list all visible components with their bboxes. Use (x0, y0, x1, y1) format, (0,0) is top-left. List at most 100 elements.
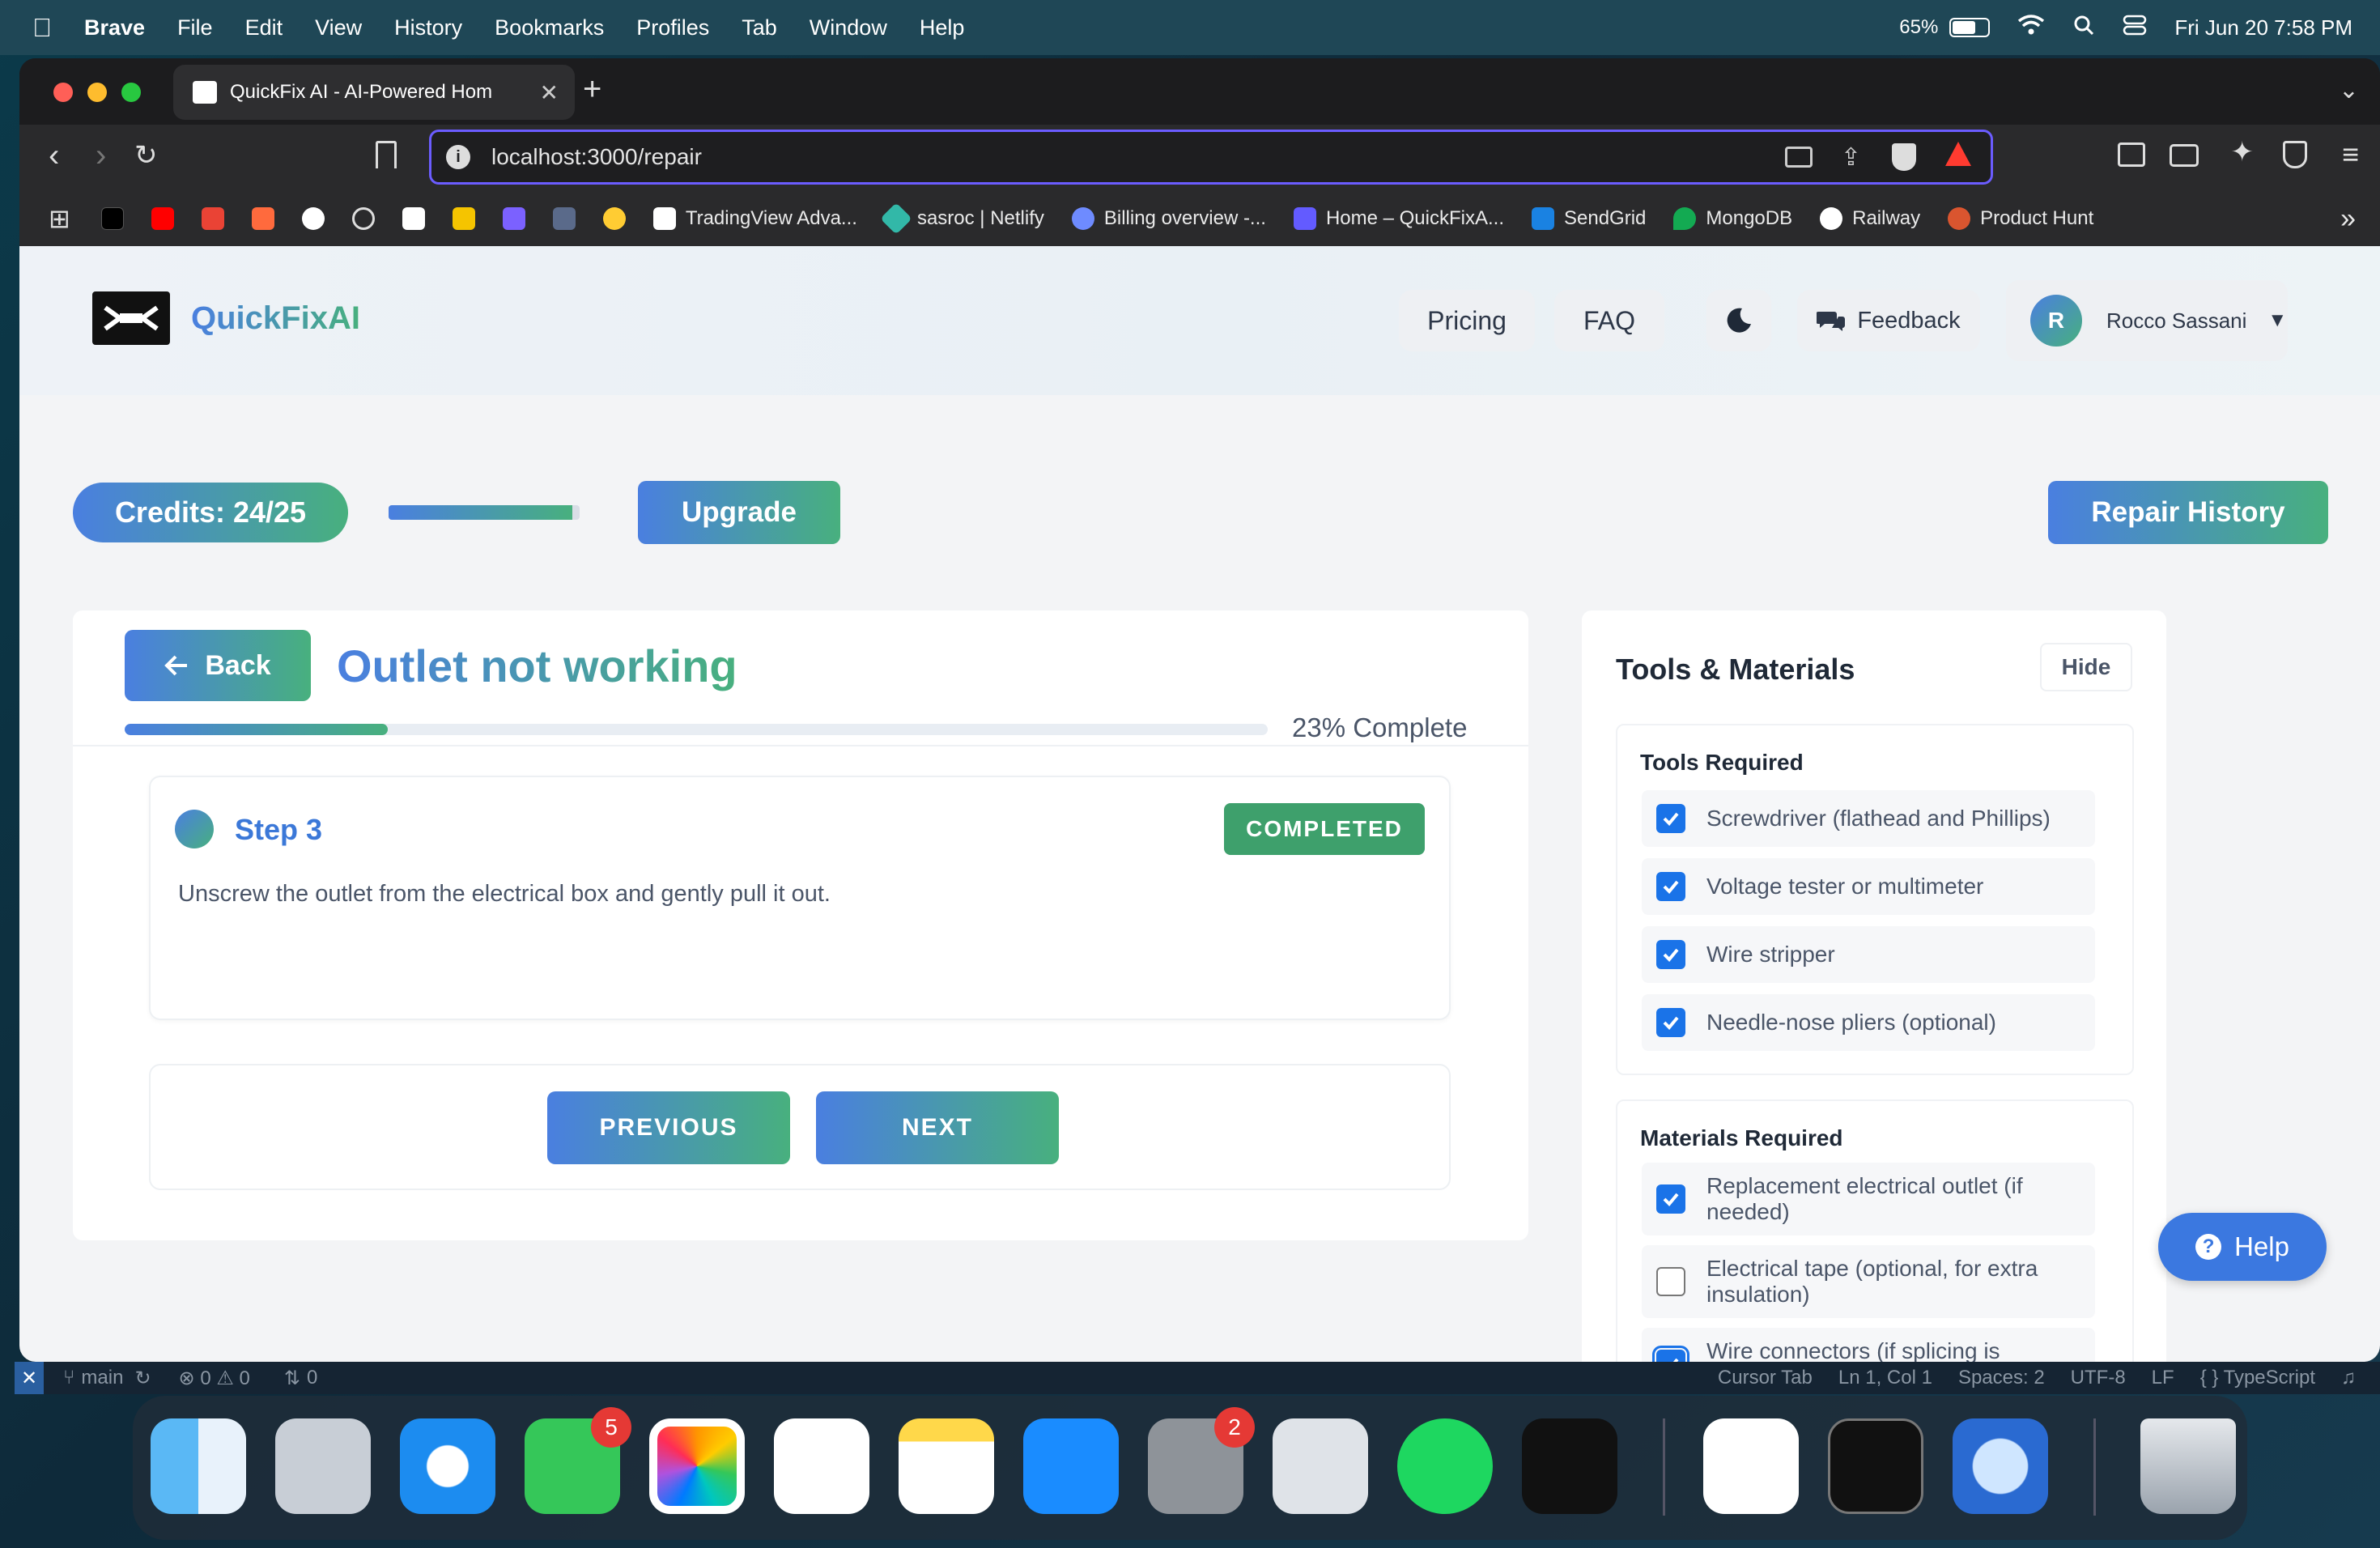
branch-name[interactable]: main (81, 1367, 123, 1389)
url-text[interactable]: localhost:3000/repair (491, 144, 702, 170)
tab-quickfix[interactable]: QuickFix AI - AI-Powered Hom ✕ (173, 65, 575, 120)
language-mode[interactable]: { } TypeScript (2200, 1367, 2315, 1389)
material-item[interactable]: Electrical tape (optional, for extra ins… (1642, 1245, 2095, 1318)
menu-window[interactable]: Window (810, 15, 887, 40)
site-info-icon[interactable]: i (446, 145, 470, 169)
notes-icon[interactable] (899, 1418, 994, 1514)
clock[interactable]: Fri Jun 20 7:58 PM (2174, 15, 2352, 40)
cursor-position[interactable]: Ln 1, Col 1 (1838, 1367, 1932, 1389)
quicktime-icon[interactable] (1953, 1418, 2048, 1514)
checkbox[interactable] (1656, 940, 1685, 969)
bookmark-app-icon[interactable] (251, 207, 274, 230)
checkbox[interactable] (1656, 1267, 1685, 1296)
brave-shields-icon[interactable] (1892, 143, 1916, 171)
more-bookmarks-icon[interactable]: » (2340, 203, 2356, 235)
reminders-icon[interactable] (774, 1418, 869, 1514)
x-icon[interactable] (100, 207, 124, 230)
bookmark-feather-icon[interactable] (502, 207, 525, 230)
menu-tab[interactable]: Tab (742, 15, 777, 40)
vpn-icon[interactable] (2283, 141, 2307, 168)
encoding[interactable]: UTF-8 (2071, 1367, 2126, 1389)
ports-count[interactable]: 0 (307, 1367, 317, 1389)
line-ending[interactable]: LF (2152, 1367, 2174, 1389)
bookmark-icon[interactable] (376, 141, 397, 168)
cast-icon[interactable] (1785, 147, 1813, 168)
pricing-button[interactable]: Pricing (1399, 290, 1535, 351)
trash-icon[interactable] (2140, 1418, 2236, 1514)
gmail-icon[interactable] (201, 207, 224, 230)
main-menu-icon[interactable]: ≡ (2342, 138, 2359, 172)
cursor-tab-status[interactable]: Cursor Tab (1718, 1367, 1813, 1389)
checkbox[interactable] (1656, 804, 1685, 833)
system-settings-icon[interactable]: 2 (1148, 1407, 1255, 1514)
material-item[interactable]: Replacement electrical outlet (if needed… (1642, 1163, 2095, 1235)
previous-button[interactable]: PREVIOUS (547, 1091, 790, 1164)
zoom-window-button[interactable] (121, 83, 141, 102)
tool-item[interactable]: Screwdriver (flathead and Phillips) (1642, 790, 2095, 847)
apple-icon[interactable]:  (32, 13, 52, 43)
dark-mode-toggle[interactable] (1706, 290, 1771, 351)
bookmark-netlify[interactable]: sasroc | Netlify (880, 202, 1044, 235)
back-button[interactable]: Back (125, 630, 311, 701)
tool-item[interactable]: Wire stripper (1642, 926, 2095, 983)
control-center-icon[interactable] (2123, 14, 2147, 42)
close-tab-icon[interactable]: ✕ (540, 79, 559, 106)
tradingview-icon[interactable] (402, 207, 425, 230)
terminal-icon[interactable] (1828, 1418, 1923, 1514)
sidebar-toggle-icon[interactable] (2118, 142, 2145, 167)
menu-brave[interactable]: Brave (84, 15, 145, 40)
feedback-button[interactable]: Feedback (1797, 290, 1980, 351)
tool-item[interactable]: Needle-nose pliers (optional) (1642, 994, 2095, 1051)
checkbox[interactable] (1656, 872, 1685, 901)
notification-bell-icon[interactable]: ♫ (2341, 1367, 2356, 1389)
bookmark-railway[interactable]: Railway (1820, 207, 1920, 230)
brave-rewards-icon[interactable] (1945, 142, 1971, 166)
menu-file[interactable]: File (177, 15, 213, 40)
wifi-icon[interactable] (2017, 14, 2045, 42)
iphone-mirroring-icon[interactable] (1273, 1418, 1368, 1514)
menu-bookmarks[interactable]: Bookmarks (495, 15, 604, 40)
new-tab-button[interactable]: + (583, 71, 601, 108)
menu-view[interactable]: View (315, 15, 362, 40)
help-button[interactable]: ? Help (2158, 1213, 2327, 1281)
reload-icon[interactable]: ↻ (134, 139, 158, 172)
faq-button[interactable]: FAQ (1554, 290, 1664, 351)
spotify-icon[interactable] (1397, 1418, 1493, 1514)
checkbox[interactable] (1652, 1346, 1689, 1362)
back-nav-icon[interactable]: ‹ (49, 138, 59, 174)
github-icon[interactable] (301, 207, 325, 230)
forward-nav-icon[interactable]: › (96, 138, 106, 174)
material-item[interactable]: Wire connectors (if splicing is necessar… (1642, 1328, 2095, 1362)
remote-indicator[interactable]: ✕ (15, 1362, 44, 1394)
checkbox[interactable] (1656, 1008, 1685, 1037)
search-icon[interactable] (2072, 14, 2095, 42)
leo-ai-icon[interactable]: ✦ (2231, 136, 2255, 168)
tab-list-chevron-icon[interactable]: ⌄ (2339, 76, 2359, 104)
menu-profiles[interactable]: Profiles (636, 15, 709, 40)
battery-icon[interactable] (1949, 18, 1991, 37)
share-icon[interactable]: ⇪ (1841, 143, 1861, 172)
launchpad-icon[interactable] (275, 1418, 371, 1514)
upgrade-button[interactable]: Upgrade (638, 481, 840, 544)
checkbox[interactable] (1656, 1184, 1685, 1214)
menu-history[interactable]: History (394, 15, 462, 40)
messages-icon[interactable]: 5 (525, 1407, 631, 1514)
bookmark-slash-icon[interactable] (351, 207, 375, 230)
minimize-window-button[interactable] (87, 83, 107, 102)
bookmark-sendgrid[interactable]: SendGrid (1532, 207, 1646, 230)
finder-icon[interactable] (151, 1418, 246, 1514)
bookmark-billing[interactable]: Billing overview -... (1071, 207, 1266, 230)
apps-grid-icon[interactable]: ⊞ (49, 203, 70, 234)
menu-help[interactable]: Help (920, 15, 965, 40)
indent-setting[interactable]: Spaces: 2 (1958, 1367, 2045, 1389)
cursor-editor-icon[interactable] (1522, 1418, 1617, 1514)
hide-panel-button[interactable]: Hide (2040, 643, 2132, 691)
bookmark-quickfix-home[interactable]: Home – QuickFixA... (1293, 207, 1504, 230)
sync-icon[interactable]: ↻ (134, 1367, 151, 1390)
brave-browser-icon[interactable] (1703, 1418, 1799, 1514)
tool-item[interactable]: Voltage tester or multimeter (1642, 858, 2095, 915)
bookmark-mongodb[interactable]: MongoDB (1673, 207, 1792, 230)
next-button[interactable]: NEXT (816, 1091, 1059, 1164)
huggingface-icon[interactable] (602, 207, 626, 230)
close-window-button[interactable] (53, 83, 73, 102)
